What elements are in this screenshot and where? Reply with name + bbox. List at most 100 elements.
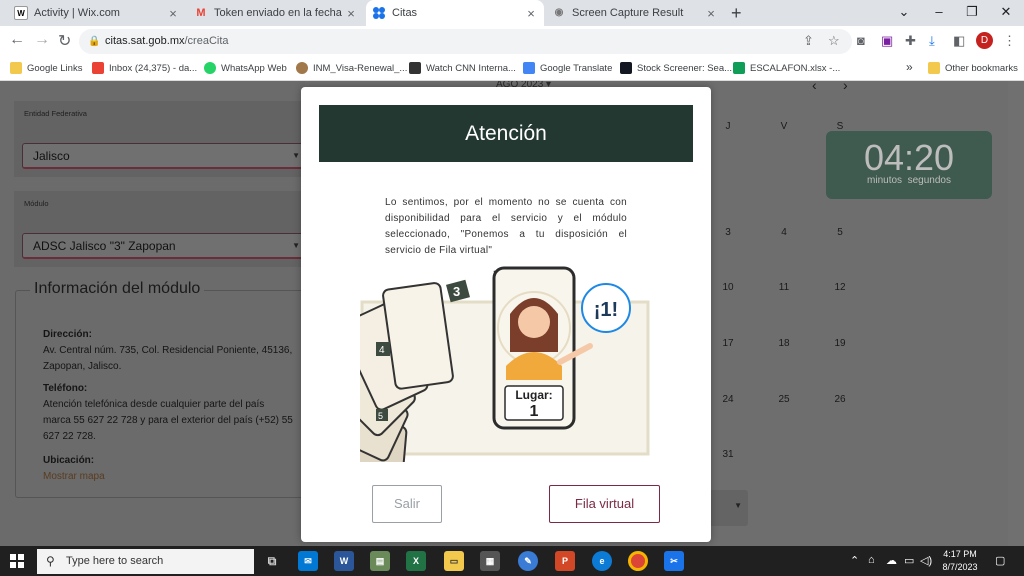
bookmark-translate[interactable]: Google Translate <box>523 62 612 74</box>
close-window-icon[interactable]: ✕ <box>990 0 1022 26</box>
calendar-day[interactable]: 19 <box>825 338 855 349</box>
search-icon: ⚲ <box>46 554 55 568</box>
close-icon[interactable]: × <box>344 6 358 21</box>
bookmark-whatsapp[interactable]: WhatsApp Web <box>204 62 287 74</box>
bookmark-star-icon[interactable]: ☆ <box>828 33 840 49</box>
tab-strip: W Activity | Wix.com × M Token enviado e… <box>0 0 1024 26</box>
edge-icon[interactable]: e <box>592 551 612 571</box>
close-icon[interactable]: × <box>704 6 718 21</box>
excel-icon[interactable]: X <box>406 551 426 571</box>
bookmark-inbox[interactable]: Inbox (24,375) - da... <box>92 62 197 74</box>
notification-icon[interactable]: ▢ <box>995 554 1005 567</box>
bookmark-label: Other bookmarks <box>945 62 1018 74</box>
calendar-day[interactable]: 24 <box>713 394 743 405</box>
bookmark-escalafon[interactable]: ESCALAFON.xlsx -... <box>733 62 840 74</box>
calendar-day[interactable]: 31 <box>713 449 743 460</box>
calendar-day[interactable]: 11 <box>769 282 799 293</box>
calendar-day[interactable]: 18 <box>769 338 799 349</box>
paint-icon[interactable]: ✎ <box>518 551 538 571</box>
tab-title: Citas <box>392 7 418 19</box>
fila-virtual-button[interactable]: Fila virtual <box>549 485 660 523</box>
bookmark-cnn[interactable]: Watch CNN Interna... <box>409 62 516 74</box>
illus-place-number: 1 <box>530 403 539 420</box>
calendar-day[interactable]: 10 <box>713 282 743 293</box>
direccion-label: Dirección: <box>43 329 92 340</box>
volume-icon[interactable]: ◁) <box>920 554 932 567</box>
mostrar-mapa-link[interactable]: Mostrar mapa <box>43 469 293 485</box>
file-explorer-icon[interactable]: ▭ <box>444 551 464 571</box>
calendar-day[interactable]: 12 <box>825 282 855 293</box>
calendar-day[interactable]: 3 <box>713 227 743 238</box>
bookmark-google-links[interactable]: Google Links <box>10 62 82 74</box>
calendar-prev-button[interactable]: ‹ <box>812 81 817 93</box>
battery-icon[interactable]: ▭ <box>904 554 914 567</box>
telefono-value: Atención telefónica desde cualquier part… <box>43 399 293 442</box>
entidad-select[interactable]: Jalisco ▼ <box>22 143 307 169</box>
bookmarks-bar: Google Links Inbox (24,375) - da... What… <box>0 57 1024 81</box>
puzzle-icon[interactable]: ✚ <box>905 33 916 49</box>
word-icon[interactable]: W <box>334 551 354 571</box>
taskbar-clock[interactable]: 4:17 PM 8/7/2023 <box>938 548 982 574</box>
tab-search-icon[interactable]: ⌄ <box>888 0 920 26</box>
share-icon[interactable]: ⇪ <box>803 33 814 49</box>
bookmark-inm[interactable]: INM_Visa-Renewal_... <box>296 62 407 74</box>
side-panel-icon[interactable]: ◧ <box>953 33 965 49</box>
tab-gmail[interactable]: M Token enviado en la fecha 07/08/ × <box>188 0 364 26</box>
apps-icon[interactable]: ▦ <box>480 551 500 571</box>
salir-button[interactable]: Salir <box>372 485 442 523</box>
clock-date: 8/7/2023 <box>942 562 978 572</box>
calendar-next-button[interactable]: › <box>843 81 848 93</box>
cloud-icon[interactable]: ☁ <box>886 554 897 567</box>
reload-icon[interactable]: ↻ <box>58 31 71 51</box>
citas-icon <box>372 6 386 20</box>
entidad-label: Entidad Federativa <box>24 109 87 118</box>
calendar-day[interactable]: 5 <box>825 227 855 238</box>
minimize-icon[interactable]: – <box>923 0 955 26</box>
download-icon[interactable]: ⤓ <box>929 33 935 49</box>
close-icon[interactable]: × <box>166 6 180 21</box>
camera-extension-icon[interactable]: ◙ <box>857 33 865 48</box>
illus-bubble-text: ¡1! <box>594 299 618 321</box>
mail-icon[interactable]: ✉ <box>298 551 318 571</box>
calendar-day[interactable]: 25 <box>769 394 799 405</box>
new-tab-button[interactable]: + <box>731 3 742 24</box>
bookmark-label: Watch CNN Interna... <box>426 62 516 74</box>
calendar-day[interactable]: 17 <box>713 338 743 349</box>
powerpoint-icon[interactable]: P <box>555 551 575 571</box>
browser-toolbar: ← → ↻ 🔒 citas.sat.gob.mx/creaCita ⇪ ☆ ◙ … <box>0 26 1024 57</box>
task-view-icon[interactable]: ⧉ <box>262 551 282 571</box>
scrollbar[interactable] <box>1008 81 1024 546</box>
other-bookmarks[interactable]: Other bookmarks <box>928 62 1018 74</box>
close-icon[interactable]: × <box>524 6 538 21</box>
chrome-icon[interactable] <box>628 551 648 571</box>
network-icon[interactable]: ⌂ <box>868 554 875 566</box>
more-bookmarks-button[interactable]: » <box>906 60 913 74</box>
telefono-label: Teléfono: <box>43 383 88 394</box>
modulo-select[interactable]: ADSC Jalisco "3" Zapopan ▼ <box>22 233 307 259</box>
chevron-up-icon[interactable]: ⌃ <box>850 554 859 567</box>
bookmark-stock-screener[interactable]: Stock Screener: Sea... <box>620 62 732 74</box>
weekday-label: J <box>725 121 731 132</box>
taskbar-search[interactable]: ⚲ Type here to search <box>37 549 254 574</box>
windows-start-icon[interactable] <box>10 554 24 568</box>
attention-modal: Atención Lo sentimos, por el momento no … <box>301 87 711 542</box>
lock-icon: 🔒 <box>88 36 101 47</box>
restore-icon[interactable]: ❐ <box>956 0 988 26</box>
menu-icon[interactable]: ⋮ <box>1003 33 1016 49</box>
tab-title: Token enviado en la fecha 07/08/ <box>214 7 344 19</box>
extension-icon[interactable]: ▣ <box>881 33 893 49</box>
notes-icon[interactable]: ▤ <box>370 551 390 571</box>
forward-icon[interactable]: → <box>34 31 50 49</box>
snip-icon[interactable]: ✂ <box>664 551 684 571</box>
sheets-icon <box>733 62 745 74</box>
calendar-day[interactable]: 4 <box>769 227 799 238</box>
tab-citas[interactable]: Citas × <box>366 0 544 26</box>
tab-wix[interactable]: W Activity | Wix.com × <box>8 0 186 26</box>
back-icon[interactable]: ← <box>9 31 25 49</box>
calendar-day[interactable]: 26 <box>825 394 855 405</box>
address-bar[interactable]: 🔒 citas.sat.gob.mx/creaCita <box>79 29 852 54</box>
weekday-label: V <box>780 121 788 132</box>
tab-screen-capture[interactable]: ◉ Screen Capture Result × <box>546 0 724 26</box>
url-path: /creaCita <box>184 35 229 47</box>
avatar[interactable]: D <box>976 32 993 49</box>
